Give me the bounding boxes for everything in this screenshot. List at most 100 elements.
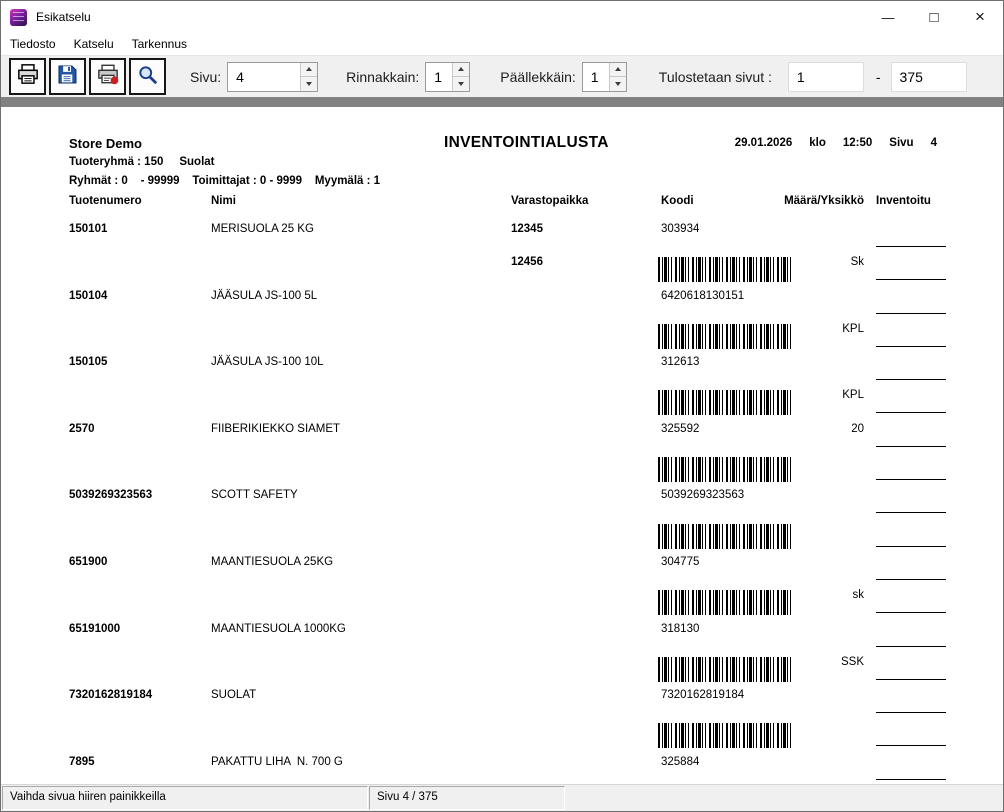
report-page-number: 4: [931, 137, 937, 149]
floppy-disk-icon: [57, 64, 78, 90]
toolbar: Sivu: 4 Rinnakkain: 1 Päällekkäin: 1 Tul…: [1, 55, 1003, 97]
row-unit: sk: [751, 589, 864, 601]
row-product-number: 150104: [69, 290, 107, 302]
inventory-fill-line: [876, 279, 946, 280]
inventory-fill-line: [876, 379, 946, 380]
spin-up-icon: [306, 67, 312, 71]
report-date: 29.01.2026: [735, 137, 793, 149]
inventory-fill-line: [876, 579, 946, 580]
inventory-fill-line: [876, 779, 946, 780]
range-separator: -: [876, 69, 881, 85]
save-button[interactable]: [49, 58, 86, 95]
report-title: INVENTOINTIALUSTA: [444, 134, 609, 152]
page-spin-down-button[interactable]: [301, 76, 317, 91]
row-code: 5039269323563: [661, 489, 744, 501]
row-product-name: MERISUOLA 25 KG: [211, 223, 314, 235]
report-date-header: 29.01.2026 klo 12:50 Sivu 4: [735, 137, 937, 149]
minimize-button[interactable]: —: [865, 1, 911, 33]
table-row: 7320162819184 SUOLAT 7320162819184: [1, 687, 1003, 720]
row-product-name: FIIBERIKIEKKO SIAMET: [211, 423, 340, 435]
inventory-fill-line: [876, 412, 946, 413]
table-row: 7895 PAKATTU LIHA N. 700 G 325884: [1, 754, 1003, 784]
across-input[interactable]: 1: [426, 63, 452, 91]
row-code: 325592: [661, 423, 699, 435]
table-row: 150101 MERISUOLA 25 KG 12345 303934: [1, 221, 1003, 254]
menu-tiedosto[interactable]: Tiedosto: [1, 35, 65, 53]
printer-settings-icon: [97, 63, 119, 90]
print-options-button[interactable]: [89, 58, 126, 95]
table-row: 5039269323563 SCOTT SAFETY 5039269323563: [1, 487, 1003, 520]
row-product-number: 5039269323563: [69, 489, 152, 501]
close-button[interactable]: ×: [957, 1, 1003, 33]
barcode-image: [658, 457, 794, 482]
table-row: 150105 JÄÄSULA JS-100 10L 312613: [1, 354, 1003, 387]
sivu-label: Sivu:: [190, 69, 221, 85]
spin-down-icon: [458, 82, 464, 86]
table-row: 2570 FIIBERIKIEKKO SIAMET 325592 20: [1, 421, 1003, 454]
inventory-fill-line: [876, 679, 946, 680]
inventory-fill-line: [876, 313, 946, 314]
print-button[interactable]: [9, 58, 46, 95]
across-spin-down-button[interactable]: [453, 76, 469, 91]
barcode-image: [658, 723, 794, 748]
down-spinner-arrows: [609, 63, 626, 91]
table-row: 150104 JÄÄSULA JS-100 5L 6420618130151: [1, 288, 1003, 321]
down-spin-up-button[interactable]: [610, 63, 626, 77]
row-product-name: JÄÄSULA JS-100 10L: [211, 356, 324, 368]
page-spinner-arrows: [300, 63, 317, 91]
print-range-from-input[interactable]: 1: [788, 62, 864, 92]
inventory-fill-line: [876, 612, 946, 613]
page-spin-up-button[interactable]: [301, 63, 317, 77]
row-product-number: 7320162819184: [69, 689, 152, 701]
title-bar: Esikatselu — □ ×: [1, 1, 1003, 33]
row-unit: Sk: [751, 256, 864, 268]
window-controls: — □ ×: [865, 1, 1003, 33]
preview-area[interactable]: Store Demo Tuoteryhmä : 150 Suolat Ryhmä…: [1, 97, 1003, 784]
table-row: sk: [1, 587, 1003, 620]
row-code: 6420618130151: [661, 290, 744, 302]
spin-down-icon: [306, 82, 312, 86]
spin-down-icon: [615, 82, 621, 86]
menu-tarkennus[interactable]: Tarkennus: [123, 35, 196, 53]
column-header-nimi: Nimi: [211, 195, 236, 207]
column-header-maara-yksikko: Määrä/Yksikkö: [751, 195, 864, 207]
row-unit: 20: [751, 423, 864, 435]
down-spin-down-button[interactable]: [610, 76, 626, 91]
row-product-name: MAANTIESUOLA 1000KG: [211, 623, 346, 635]
row-product-name: JÄÄSULA JS-100 5L: [211, 290, 317, 302]
magnifier-icon: [137, 64, 158, 90]
paallekkain-label: Päällekkäin:: [500, 69, 576, 85]
row-code: 7320162819184: [661, 689, 744, 701]
across-spin-up-button[interactable]: [453, 63, 469, 77]
page-input[interactable]: 4: [228, 63, 300, 91]
table-row: KPL: [1, 387, 1003, 420]
row-unit: KPL: [751, 389, 864, 401]
down-spinner: 1: [582, 62, 627, 92]
inventory-fill-line: [876, 512, 946, 513]
table-row: [1, 720, 1003, 753]
zoom-button[interactable]: [129, 58, 166, 95]
report-company: Store Demo: [69, 136, 142, 151]
inventory-fill-line: [876, 346, 946, 347]
maximize-button[interactable]: □: [911, 1, 957, 33]
row-storage-location: 12345: [511, 223, 543, 235]
row-product-number: 150101: [69, 223, 107, 235]
report-rows: 150101 MERISUOLA 25 KG 12345 303934 1245…: [1, 221, 1003, 784]
table-row: 65191000 MAANTIESUOLA 1000KG 318130: [1, 621, 1003, 654]
barcode-image: [658, 524, 794, 549]
table-row: 651900 MAANTIESUOLA 25KG 304775: [1, 554, 1003, 587]
row-code: 312613: [661, 356, 699, 368]
across-spinner-arrows: [452, 63, 469, 91]
column-header-koodi: Koodi: [661, 195, 694, 207]
row-product-number: 65191000: [69, 623, 120, 635]
spin-up-icon: [458, 67, 464, 71]
row-product-name: PAKATTU LIHA N. 700 G: [211, 756, 343, 768]
row-product-number: 7895: [69, 756, 95, 768]
down-input[interactable]: 1: [583, 63, 609, 91]
table-row: KPL: [1, 321, 1003, 354]
menu-katselu[interactable]: Katselu: [65, 35, 123, 53]
print-range-to-input[interactable]: 375: [891, 62, 967, 92]
page-spinner: 4: [227, 62, 318, 92]
status-hint: Vaihda sivua hiiren painikkeilla: [2, 786, 368, 810]
inventory-fill-line: [876, 446, 946, 447]
